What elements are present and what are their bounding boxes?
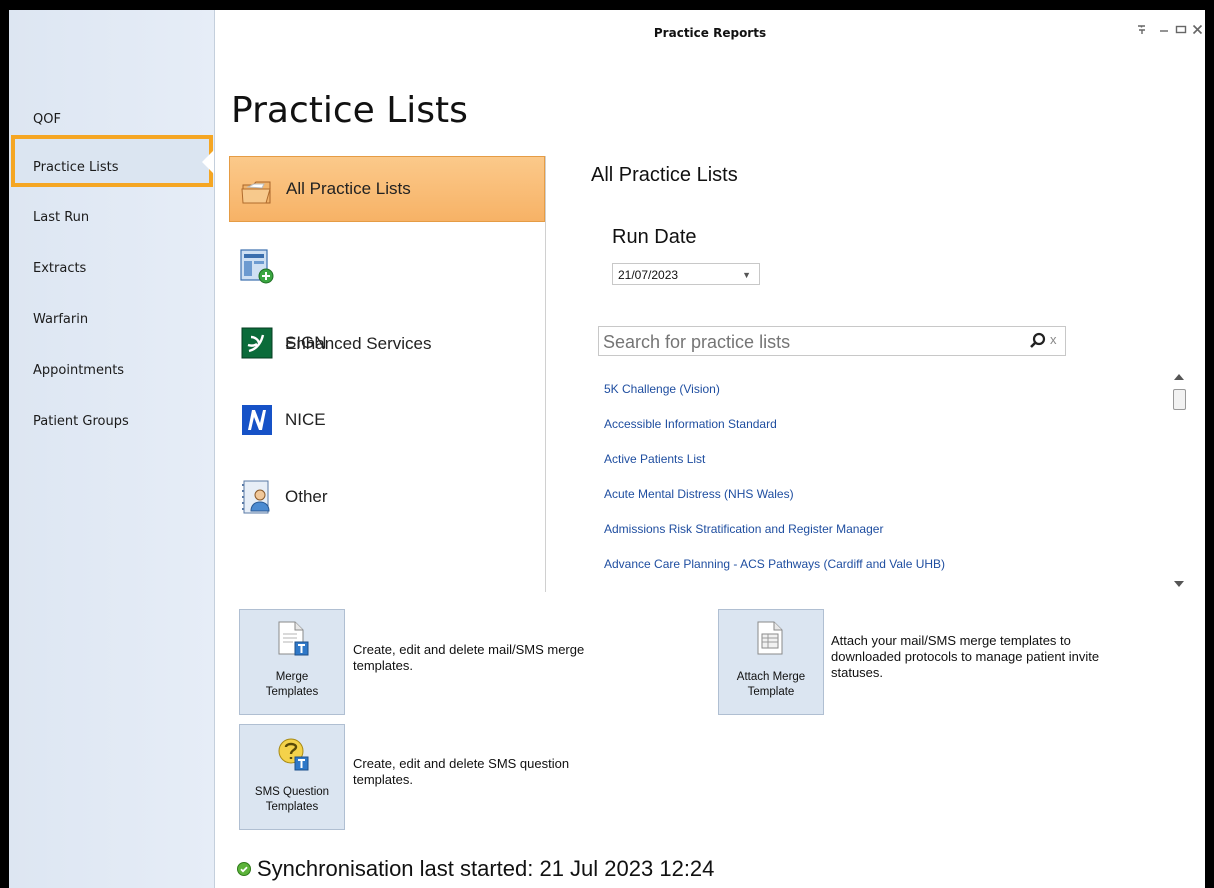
list-item[interactable]: Advance Care Planning - ACS Pathways (Ca… (604, 557, 945, 571)
tile-label-line2: Templates (265, 686, 319, 698)
sidebar-item-qof[interactable]: QOF (33, 112, 61, 127)
window-title: Practice Reports (653, 26, 767, 40)
sidebar-item-patient-groups[interactable]: Patient Groups (33, 414, 129, 429)
tile-label-line2: Template (747, 686, 795, 698)
merge-template-icon (278, 621, 309, 656)
maximize-icon (1175, 25, 1187, 34)
help-glyph (1138, 25, 1145, 34)
category-label: All Practice Lists (286, 179, 411, 198)
tile-label-line1: SMS Question (254, 786, 330, 798)
sms-question-templates-button[interactable]: SMS Question Templates (239, 724, 345, 830)
merge-templates-button[interactable]: Merge Templates (239, 609, 345, 715)
description-line: downloaded protocols to manage patient i… (831, 649, 1100, 664)
enhanced-services-icon (240, 249, 274, 284)
description-line: templates. (353, 658, 413, 673)
category-label: SIGN (285, 333, 327, 352)
run-date-value: 21/07/2023 (618, 268, 679, 282)
scroll-up-arrow-icon[interactable] (1174, 374, 1184, 380)
category-sign[interactable]: SIGN (229, 311, 545, 377)
scroll-down-arrow-icon[interactable] (1174, 581, 1184, 587)
list-item[interactable]: Active Patients List (604, 452, 705, 466)
sidebar-item-warfarin[interactable]: Warfarin (33, 312, 88, 327)
description-line: Create, edit and delete SMS question (353, 756, 570, 771)
sidebar: QOF Practice Lists Last Run Extracts War… (9, 10, 215, 888)
details-heading: All Practice Lists (591, 164, 738, 186)
search-box: x (598, 326, 1066, 357)
tile-label-line1: Merge (275, 671, 309, 683)
minimize-button[interactable] (1159, 22, 1169, 38)
folder-icon (241, 181, 271, 204)
description-line: statuses. (831, 665, 884, 680)
close-icon (1192, 24, 1203, 35)
category-label: Other (285, 487, 328, 506)
description-line: Attach your mail/SMS merge templates to (831, 633, 1071, 648)
close-button[interactable] (1192, 22, 1203, 38)
list-item[interactable]: 5K Challenge (Vision) (604, 382, 720, 396)
sidebar-item-appointments[interactable]: Appointments (33, 363, 124, 378)
clear-search-icon[interactable]: x (1050, 332, 1057, 347)
attach-merge-template-description: Attach your mail/SMS merge templates to … (831, 633, 1099, 681)
practice-reports-window: QOF Practice Lists Last Run Extracts War… (9, 10, 1205, 888)
description-line: Create, edit and delete mail/SMS merge (353, 642, 585, 657)
attach-template-icon (757, 621, 783, 655)
help-icon[interactable] (1137, 22, 1147, 38)
list-item[interactable]: Admissions Risk Stratification and Regis… (604, 522, 883, 536)
check-circle-icon (237, 862, 251, 876)
sidebar-item-extracts[interactable]: Extracts (33, 261, 86, 276)
minimize-icon (1160, 30, 1168, 32)
tile-label-line1: Attach Merge (736, 671, 806, 683)
merge-templates-description: Create, edit and delete mail/SMS merge t… (353, 642, 584, 674)
chevron-down-icon: ▼ (742, 270, 751, 280)
list-item[interactable]: Accessible Information Standard (604, 417, 777, 431)
list-item[interactable]: Acute Mental Distress (NHS Wales) (604, 487, 794, 501)
attach-merge-template-button[interactable]: Attach Merge Template (718, 609, 824, 715)
maximize-button[interactable] (1175, 22, 1187, 38)
category-panel: All Practice Lists Enhanced Services SIG… (229, 156, 546, 592)
category-other[interactable]: Other (229, 465, 545, 531)
nice-icon (242, 405, 272, 435)
run-date-label: Run Date (612, 226, 697, 248)
page-title: Practice Lists (231, 90, 468, 131)
sync-status-text: Synchronisation last started: 21 Jul 202… (257, 856, 715, 881)
scrollbar-thumb[interactable] (1173, 389, 1186, 410)
list-scrollbar[interactable] (1171, 370, 1187, 592)
other-user-icon (242, 480, 270, 514)
sms-question-templates-description: Create, edit and delete SMS question tem… (353, 756, 569, 788)
category-label: NICE (285, 410, 326, 429)
category-enhanced-services[interactable]: Enhanced Services (229, 234, 545, 353)
description-line: templates. (353, 772, 413, 787)
run-date-select[interactable]: 21/07/2023 ▼ (612, 263, 760, 285)
search-icon[interactable] (1029, 332, 1047, 350)
sidebar-item-last-run[interactable]: Last Run (33, 210, 89, 225)
sign-icon (241, 327, 273, 359)
category-nice[interactable]: NICE (229, 388, 545, 454)
sms-question-icon (278, 738, 309, 771)
category-all-practice-lists[interactable]: All Practice Lists (229, 156, 545, 222)
selection-pointer-arrow (202, 150, 214, 174)
tile-label-line2: Templates (265, 801, 319, 813)
search-input[interactable] (599, 327, 1025, 357)
sidebar-item-practice-lists[interactable]: Practice Lists (33, 160, 119, 175)
